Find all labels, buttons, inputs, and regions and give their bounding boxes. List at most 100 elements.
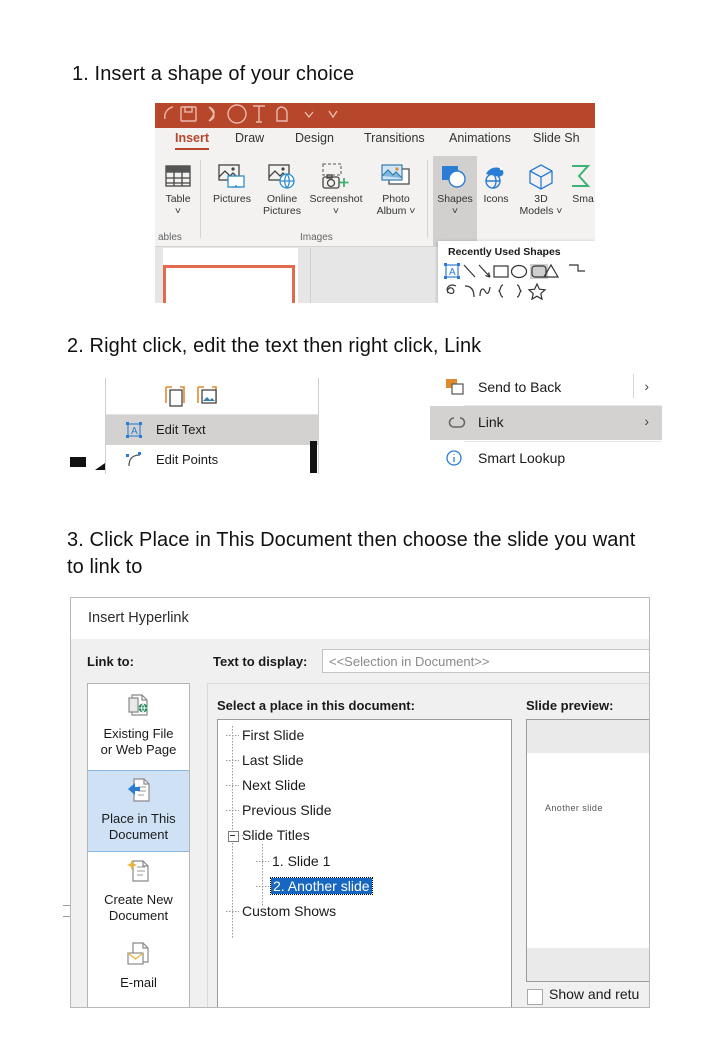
rail-item-place-in-this-document[interactable]: Place in This Document [88,770,189,852]
rail-item-existing-file[interactable]: Existing File or Web Page [88,692,189,758]
menu-item-smart-lookup[interactable]: Smart Lookup [430,442,662,474]
ribbon-label2: Album ˅ [376,204,416,217]
left-brace-shape [497,284,504,298]
show-and-return-checkbox[interactable] [527,989,543,1005]
ribbon-tab-slide-show[interactable]: Slide Sh [533,131,580,145]
slide-tree-list[interactable]: First Slide Last Slide Next Slide Previo… [217,719,512,1007]
tree-expander-slide-titles[interactable] [228,831,239,842]
ribbon-label: Shapes [437,193,473,205]
ribbon-label: Table [165,193,191,205]
paste-options-row[interactable] [160,381,250,418]
slide-preview-box: Another slide [526,719,649,982]
rail-item-label-2: Document [108,908,169,923]
menu-item-link[interactable]: Link › [430,406,662,440]
svg-text:A: A [131,426,138,437]
tree-item-slide-1[interactable]: 1. Slide 1 [272,853,330,869]
menu-item-edit-points[interactable]: Edit Points [106,445,318,474]
ribbon-label2: Pictures [263,204,301,217]
chevron-right-icon[interactable]: › [644,378,649,394]
dialog-horizontal-rule [207,683,649,684]
ribbon-caret: ˅ [174,204,182,217]
recently-used-shapes-row-2[interactable] [443,282,593,303]
insert-hyperlink-dialog: Insert Hyperlink Link to: Text to displa… [70,597,650,1008]
ribbon-tab-design[interactable]: Design [295,131,334,145]
text-to-display-input[interactable]: <<Selection in Document>> [322,649,649,673]
ribbon-label: Pictures [213,193,251,205]
group-separator [200,160,201,238]
tree-item-next-slide[interactable]: Next Slide [242,777,306,793]
tree-guide-line [226,785,239,786]
ribbon-button-photo-album[interactable]: Photo Album ˅ [369,160,423,217]
link-to-rail[interactable]: Existing File or Web Page Place in This … [87,683,190,1007]
ribbon-button-shapes[interactable]: Shapes ˅ [433,156,477,250]
paste-picture-icon [197,386,217,404]
elbow-connector-shape [569,264,585,272]
ribbon-button-smartart[interactable]: Sma [567,160,595,206]
menu-item-label: Send to Back [478,379,562,395]
ribbon-button-table[interactable]: Table ˅ [158,160,198,217]
oval-shape [510,264,528,279]
tree-item-last-slide[interactable]: Last Slide [242,752,303,768]
line-shape [463,264,476,278]
ribbon-tab-insert[interactable]: Insert [175,131,210,150]
dialog-vertical-rule [207,683,208,1007]
star-shape [527,282,547,301]
ribbon-button-screenshot[interactable]: Screenshot ˅ [305,160,367,217]
shapes-gallery-title: Recently Used Shapes [448,246,561,258]
ribbon-label: Photo [382,193,410,205]
existing-file-icon [88,692,189,723]
decorative-black-rectangle [70,457,86,467]
preview-bottom-band [527,948,649,981]
step-2-heading: 2. Right click, edit the text then right… [67,335,482,357]
ribbon-body: Table ˅ Pictures Online Pictures Screens… [155,156,595,250]
ribbon-tab-bar[interactable]: Insert Draw Design Transitions Animation… [155,128,595,156]
show-and-return-label: Show and retu [549,986,640,1002]
tree-guide-line [226,911,239,912]
chevron-right-icon[interactable]: › [644,413,649,429]
context-menu-edit-text-screenshot: A Edit Text Edit Points [105,378,319,474]
place-in-document-icon [88,777,189,808]
ribbon-button-icons[interactable]: Icons [479,160,513,206]
tree-guide-line [226,735,239,736]
link-icon [444,412,468,437]
rail-item-label: E-mail [120,975,157,990]
decorative-black-bar [310,441,317,473]
ribbon-caret: ˅ [451,204,459,217]
smart-lookup-icon [444,448,466,473]
ribbon-button-online-pictures[interactable]: Online Pictures [259,160,305,217]
ribbon-tab-transitions[interactable]: Transitions [364,131,425,145]
email-icon [88,941,189,972]
menu-item-edit-text[interactable]: A Edit Text [106,415,318,445]
shapes-dropdown-gallery[interactable]: Recently Used Shapes A [438,241,595,303]
inserted-shape-outline[interactable] [163,265,295,303]
rail-item-email[interactable]: E-mail [88,941,189,991]
paste-keep-text-icon [165,386,185,407]
slide-preview-label: Slide preview: [526,698,614,713]
quick-access-toolbar [155,103,595,128]
tree-item-custom-shows[interactable]: Custom Shows [242,903,336,919]
ribbon-label: Icons [483,193,509,205]
svg-text:A: A [449,267,456,278]
tree-item-slide-titles[interactable]: Slide Titles [242,827,310,843]
create-new-document-icon [88,858,189,889]
send-to-back-icon [444,377,466,402]
tree-item-another-slide[interactable]: 2. Another slide [270,877,373,895]
arc-shape [479,286,491,297]
ribbon-button-pictures[interactable]: Pictures [208,160,256,206]
text-box-shape: A [444,263,460,279]
tree-item-first-slide[interactable]: First Slide [242,727,304,743]
step-1-heading: 1. Insert a shape of your choice [72,63,355,85]
menu-item-label: Edit Points [156,452,219,467]
curve-shape [464,285,475,298]
menu-item-label: Link [478,414,504,430]
ribbon-button-3d-models[interactable]: 3D Models ˅ [515,160,567,217]
group-separator [427,160,428,238]
rail-item-create-new-document[interactable]: Create New Document [88,858,189,924]
tree-guide-line [262,844,263,906]
ribbon-tab-animations[interactable]: Animations [449,131,511,145]
ribbon-tab-draw[interactable]: Draw [235,131,264,145]
tree-item-previous-slide[interactable]: Previous Slide [242,802,332,818]
tree-guide-line [226,760,239,761]
ribbon-group-label-tables: ables [158,232,182,243]
menu-item-send-to-back[interactable]: Send to Back › [430,371,662,405]
